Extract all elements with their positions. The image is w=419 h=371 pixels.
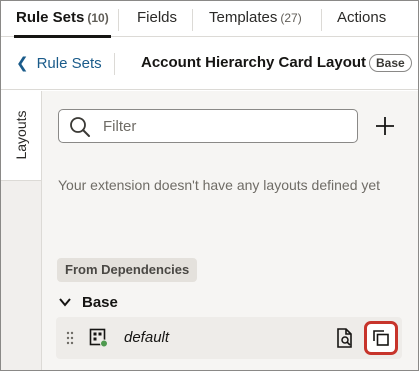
- rule-editor-window: Rule Sets (10) Fields Templates (27) Actio…: [0, 0, 419, 371]
- filter-field: [58, 109, 358, 143]
- tab-templates[interactable]: Templates (27): [209, 1, 302, 37]
- tab-label: Actions: [337, 9, 387, 26]
- duplicate-icon: [373, 330, 389, 346]
- layout-name: default: [124, 329, 170, 346]
- tab-rule-sets[interactable]: Rule Sets (10): [14, 1, 111, 38]
- top-tab-bar: Rule Sets (10) Fields Templates (27) Actio…: [1, 1, 418, 38]
- add-layout-button[interactable]: [372, 113, 398, 139]
- tab-label: Fields: [137, 9, 178, 26]
- tab-layouts-vertical[interactable]: Layouts: [1, 91, 42, 181]
- side-tab-gutter: [1, 181, 42, 370]
- header-divider: [114, 53, 115, 75]
- tab-label: Rule Sets: [16, 9, 85, 26]
- tab-divider: [321, 9, 322, 31]
- base-group-toggle[interactable]: Base: [58, 293, 118, 313]
- tab-label: Templates: [209, 9, 278, 26]
- empty-state-message: Your extension doesn't have any layouts …: [58, 177, 381, 193]
- drag-handle-icon[interactable]: [66, 330, 74, 346]
- chevron-left-icon: ❮: [16, 55, 29, 72]
- chevron-down-icon: [59, 298, 71, 307]
- page-title: Account Hierarchy Card Layout: [141, 54, 367, 71]
- tab-count: (27): [280, 11, 302, 25]
- tab-actions[interactable]: Actions: [337, 1, 386, 37]
- duplicate-button[interactable]: [364, 321, 398, 355]
- layouts-panel: Your extension doesn't have any layouts …: [42, 91, 418, 370]
- page-header: ❮ Rule Sets Account Hierarchy Card Layout…: [1, 38, 418, 90]
- group-name: Base: [82, 294, 118, 311]
- back-link-label: Rule Sets: [36, 55, 102, 72]
- layout-list-item[interactable]: default: [56, 317, 402, 359]
- tab-count: (10): [87, 11, 109, 25]
- tab-divider: [118, 9, 119, 31]
- tab-divider: [192, 9, 193, 31]
- document-search-icon[interactable]: [334, 327, 356, 349]
- back-to-rule-sets-link[interactable]: ❮ Rule Sets: [16, 38, 102, 90]
- side-tab-label: Layouts: [13, 110, 29, 160]
- tab-fields[interactable]: Fields: [137, 1, 177, 37]
- base-badge: Base: [369, 54, 412, 72]
- filter-input[interactable]: [103, 110, 353, 142]
- search-icon: [70, 117, 90, 137]
- from-dependencies-label: From Dependencies: [57, 258, 198, 282]
- layout-grid-icon: [89, 328, 108, 348]
